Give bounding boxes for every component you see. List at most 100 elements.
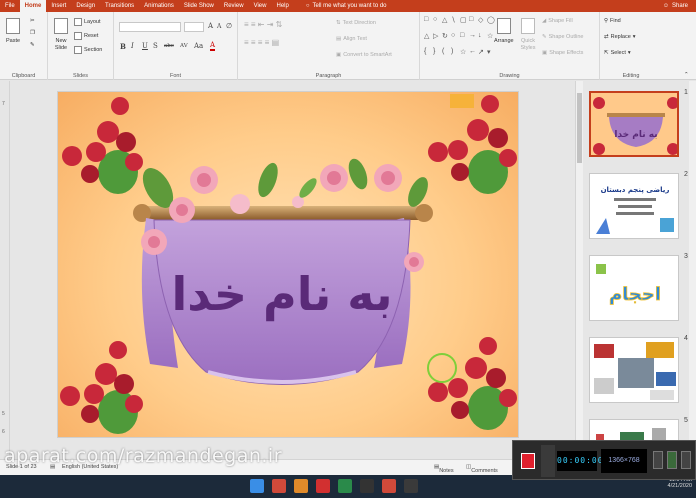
tab-review[interactable]: Review: [219, 0, 249, 12]
shadow-button[interactable]: S: [153, 42, 158, 50]
strikethrough-button[interactable]: abc: [164, 43, 174, 49]
shape-effects-button[interactable]: ▣ Shape Effects: [542, 50, 583, 56]
effects-icon: ▣: [542, 50, 548, 56]
align-text-icon: ▤: [336, 36, 342, 42]
aparat-watermark: aparat.com/razmandegan.ir: [4, 445, 283, 467]
font-name-box[interactable]: [119, 22, 181, 32]
share-button[interactable]: ☺ Share: [663, 0, 688, 12]
align-text-button[interactable]: ▤ Align Text: [336, 36, 367, 42]
char-spacing-button[interactable]: AV: [180, 43, 188, 49]
folder-icon[interactable]: [294, 479, 308, 493]
rose-cluster-bottom-left: [60, 341, 143, 434]
shape-outline-button[interactable]: ✎ Shape Outline: [542, 34, 583, 40]
arrange-button[interactable]: Arrange: [494, 18, 514, 44]
opera-icon[interactable]: [316, 479, 330, 493]
recorder-side-controls[interactable]: [541, 445, 555, 477]
current-slide[interactable]: به نام خدا: [57, 91, 519, 438]
excel-icon[interactable]: [338, 479, 352, 493]
thumbnail-slide-3[interactable]: احجام: [589, 255, 679, 321]
powerpoint-task-icon[interactable]: [272, 479, 286, 493]
vertical-ruler: 7 5 6: [0, 81, 10, 459]
shrink-font-button[interactable]: A: [217, 23, 221, 30]
clipboard-group: Paste ✂ ❐ ✎ Clipboard: [0, 12, 48, 80]
paste-button[interactable]: Paste: [6, 18, 20, 44]
thumb-number: 5: [684, 417, 688, 424]
shape-outline-label: Shape Outline: [548, 34, 584, 40]
tab-design[interactable]: Design: [71, 0, 100, 12]
notes-button[interactable]: ▤ Notes: [434, 464, 454, 474]
edge-icon[interactable]: [250, 479, 264, 493]
select-label: Select: [610, 50, 626, 56]
tab-home[interactable]: Home: [19, 0, 47, 12]
media-player-icon[interactable]: [360, 479, 374, 493]
tab-transitions[interactable]: Transitions: [100, 0, 139, 12]
shape-fill-label: Shape Fill: [548, 18, 573, 24]
change-case-button[interactable]: Aa: [194, 42, 203, 50]
shape-fill-button[interactable]: ◢ Shape Fill: [542, 18, 573, 24]
copy-icon[interactable]: ❐: [30, 30, 35, 36]
tab-slide-show[interactable]: Slide Show: [179, 0, 219, 12]
thumbnails-scrollbar[interactable]: [689, 81, 696, 459]
quick-styles-button[interactable]: Quick Styles: [518, 18, 538, 52]
thumbnail-slide-2[interactable]: ریاضی پنجم دبستان: [589, 173, 679, 239]
record-stop-button[interactable]: [521, 453, 535, 469]
recorder-settings-button[interactable]: [681, 451, 691, 469]
bold-button[interactable]: B: [120, 42, 126, 51]
shapes-gallery[interactable]: □ ○ △ ∖ ▢ □ ◇ ◯ △ ▷ ↻ ○ □ → ↓ ☆ {}() ☆ ← ↗ ▾: [424, 16, 495, 62]
tab-help[interactable]: Help: [271, 0, 293, 12]
rose-cluster-top-right: [428, 94, 517, 194]
clipboard-label: Clipboard: [11, 73, 36, 79]
layout-button[interactable]: Layout: [74, 18, 101, 26]
replace-label: Replace: [610, 34, 631, 40]
clear-format-icon[interactable]: ∅: [226, 22, 232, 30]
editor-scrollbar[interactable]: [575, 81, 583, 459]
screen-recorder-widget: 00:00:00 1366×768: [512, 440, 696, 480]
layout-label: Layout: [84, 19, 101, 25]
svg-text:به نام خدا: به نام خدا: [614, 130, 657, 140]
smartart-button[interactable]: ▣ Convert to SmartArt: [336, 52, 392, 58]
find-button[interactable]: ⚲ Find: [604, 18, 621, 24]
section-button[interactable]: Section: [74, 46, 102, 54]
thumb-number: 2: [684, 171, 688, 178]
align-text-label: Align Text: [343, 36, 367, 42]
drawing-label: Drawing: [499, 73, 520, 79]
reset-button[interactable]: Reset: [74, 32, 98, 40]
tell-me-box[interactable]: ○ Tell me what you want to do: [306, 3, 387, 9]
comments-button[interactable]: ◫ Comments: [466, 464, 498, 474]
align-icons[interactable]: ≡ ≡ ≡ ≡ ▤: [244, 38, 279, 47]
clock-date: 4/21/2020: [667, 483, 692, 489]
bullets-icon[interactable]: ≡ ≡ ⇤ ⇥ ⇅: [244, 20, 282, 29]
tab-animations[interactable]: Animations: [139, 0, 179, 12]
recording-resolution: 1366×768: [601, 449, 647, 473]
svg-text:ریاضی پنجم دبستان: ریاضی پنجم دبستان: [601, 186, 670, 194]
section-icon: [74, 46, 82, 54]
powerpoint-icon[interactable]: [382, 479, 396, 493]
replace-button[interactable]: ⇄ Replace ▾: [604, 34, 636, 40]
tab-view[interactable]: View: [249, 0, 272, 12]
thumbnail-slide-1[interactable]: به نام خدا: [589, 91, 679, 157]
recorder-webcam-button[interactable]: [667, 451, 677, 469]
tab-file[interactable]: File: [0, 0, 20, 12]
app-icon[interactable]: [404, 479, 418, 493]
thumbnail-slide-4[interactable]: [589, 337, 679, 403]
font-label: Font: [169, 73, 181, 79]
font-size-box[interactable]: [184, 22, 204, 32]
person-icon: ☺: [662, 3, 669, 9]
text-direction-label: Text Direction: [342, 20, 376, 26]
format-painter-icon[interactable]: ✎: [30, 42, 35, 48]
scrollbar-thumb[interactable]: [577, 93, 582, 163]
italic-button[interactable]: I: [131, 42, 134, 50]
underline-button[interactable]: U: [142, 42, 148, 50]
arrange-label: Arrange: [494, 38, 514, 44]
recorder-pause-button[interactable]: [653, 451, 663, 469]
tab-insert[interactable]: Insert: [46, 0, 71, 12]
font-color-icon[interactable]: A: [210, 42, 216, 51]
text-direction-button[interactable]: ⇅ Text Direction: [336, 20, 376, 26]
lightbulb-icon: ○: [305, 3, 310, 9]
ruler-mark: 7: [2, 101, 5, 107]
cut-icon[interactable]: ✂: [30, 18, 35, 24]
collapse-ribbon-icon[interactable]: ⌃: [684, 72, 689, 78]
grow-font-button[interactable]: A: [208, 22, 213, 30]
select-button[interactable]: ⇱ Select ▾: [604, 50, 631, 56]
new-slide-button[interactable]: New Slide: [53, 18, 69, 52]
